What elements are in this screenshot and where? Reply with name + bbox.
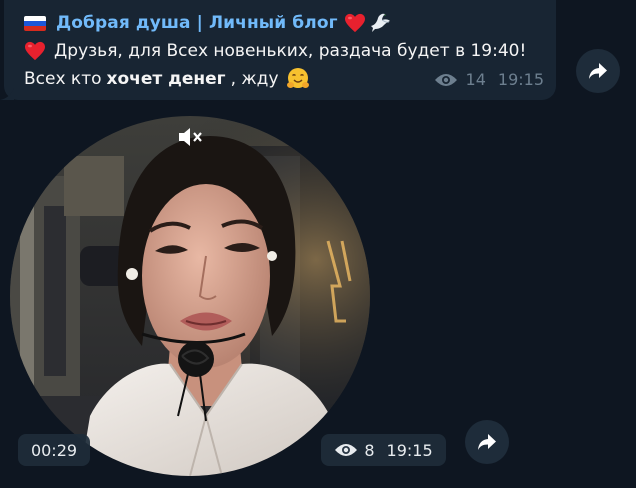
message-text-end: , жду — [230, 69, 279, 89]
channel-header[interactable]: Добрая душа | Личный блог — [24, 10, 392, 36]
round-video-message[interactable] — [10, 116, 370, 476]
video-duration: 00:29 — [30, 440, 78, 460]
eye-icon — [434, 73, 457, 86]
forward-icon — [589, 63, 607, 79]
red-heart-icon — [344, 13, 365, 33]
video-frame — [10, 116, 370, 476]
message-line-1: Друзья, для Всех новеньких, раздача буде… — [24, 38, 526, 64]
muted-speaker-glyph — [179, 128, 202, 146]
video-forward-button[interactable] — [465, 420, 509, 464]
message-text-bold: хочет денег — [106, 69, 226, 89]
message-text-start: Всех кто — [24, 69, 102, 89]
forward-button[interactable] — [576, 49, 620, 93]
bubble-tail — [0, 88, 14, 100]
forward-icon — [478, 434, 496, 450]
post-meta: 14 19:15 — [434, 70, 544, 89]
channel-name[interactable]: Добрая душа | Личный блог — [56, 13, 338, 33]
message-text-line-1: Друзья, для Всех новеньких, раздача буде… — [54, 41, 527, 61]
video-duration-badge: 00:29 — [18, 434, 90, 466]
muted-speaker-icon[interactable] — [174, 123, 206, 151]
dove-icon — [370, 13, 390, 32]
message-line-2: Всех кто хочет денег , жду — [24, 66, 310, 92]
video-meta-badge: 8 19:15 — [321, 434, 446, 466]
red-heart-icon — [25, 41, 45, 61]
video-view-count: 8 — [364, 440, 375, 460]
eye-icon — [335, 444, 358, 456]
hugging-face-icon — [286, 68, 309, 88]
video-time: 19:15 — [386, 440, 433, 460]
post-time: 19:15 — [497, 70, 544, 89]
view-count: 14 — [465, 70, 486, 89]
russia-flag-icon — [24, 15, 46, 31]
